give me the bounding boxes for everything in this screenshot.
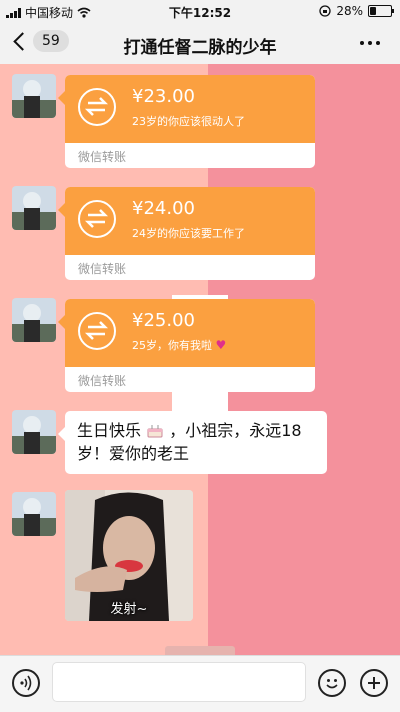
voice-icon[interactable] (12, 669, 40, 697)
bubble-tail (58, 91, 65, 105)
heart-icon: ♥ (215, 338, 227, 352)
message-text: ，小祖宗，永远18 (169, 421, 302, 440)
bubble-tail (58, 427, 65, 441)
transfer-note-text: 25岁，你有我啦 (132, 339, 212, 352)
bubble-tail (58, 203, 65, 217)
transfer-label: 微信转账 (78, 150, 127, 164)
transfer-card[interactable]: ¥25.00 25岁，你有我啦 ♥ 微信转账 (65, 299, 315, 392)
transfer-amount: ¥23.00 (132, 86, 195, 107)
emoji-icon[interactable] (318, 669, 346, 697)
back-chevron-icon (13, 31, 32, 51)
transfer-note: 23岁的你应该很动人了 (132, 115, 245, 128)
avatar[interactable] (12, 492, 56, 536)
sticker-caption: 发射~ (110, 602, 148, 617)
message-line-2: 岁！爱你的老王 (77, 444, 190, 463)
message-text: 生日快乐 (77, 421, 142, 440)
lock-rotation-icon (319, 5, 331, 17)
avatar[interactable] (12, 74, 56, 118)
transfer-arrows-icon (78, 88, 116, 126)
unread-badge: 59 (33, 30, 69, 52)
avatar[interactable] (12, 298, 56, 342)
transfer-card[interactable]: ¥23.00 23岁的你应该很动人了 微信转账 (65, 75, 315, 168)
transfer-arrows-icon (78, 312, 116, 350)
transfer-label: 微信转账 (78, 262, 127, 276)
message-input[interactable] (52, 662, 306, 702)
bubble-tail (58, 315, 65, 329)
transfer-amount: ¥24.00 (132, 198, 195, 219)
chat-title: 打通任督二脉的少年 (123, 38, 277, 58)
transfer-note: 24岁的你应该要工作了 (132, 227, 245, 240)
avatar[interactable] (12, 410, 56, 454)
status-bar: 中国移动 下午12:52 28% (0, 0, 400, 22)
sticker-image[interactable]: 发射~ (65, 490, 193, 621)
time-divider (165, 646, 235, 655)
plus-icon[interactable] (360, 669, 388, 697)
more-icon[interactable] (360, 41, 380, 45)
navigation-bar: 59 打通任督二脉的少年 (0, 22, 400, 64)
transfer-amount: ¥25.00 (132, 310, 195, 331)
message-line-1: 生日快乐 ，小祖宗，永远18 (77, 419, 315, 442)
transfer-note: 25岁，你有我啦 ♥ (132, 337, 226, 353)
transfer-arrows-icon (78, 200, 116, 238)
battery-percent: 28% (336, 4, 363, 18)
avatar[interactable] (12, 186, 56, 230)
transfer-label: 微信转账 (78, 374, 127, 388)
text-message[interactable]: 生日快乐 ，小祖宗，永远18 岁！爱你的老王 (58, 411, 327, 474)
cake-icon (141, 421, 169, 440)
transfer-card[interactable]: ¥24.00 24岁的你应该要工作了 微信转账 (65, 187, 315, 280)
battery-icon (368, 5, 394, 17)
input-bar (0, 655, 400, 712)
back-button[interactable]: 59 (10, 30, 69, 52)
